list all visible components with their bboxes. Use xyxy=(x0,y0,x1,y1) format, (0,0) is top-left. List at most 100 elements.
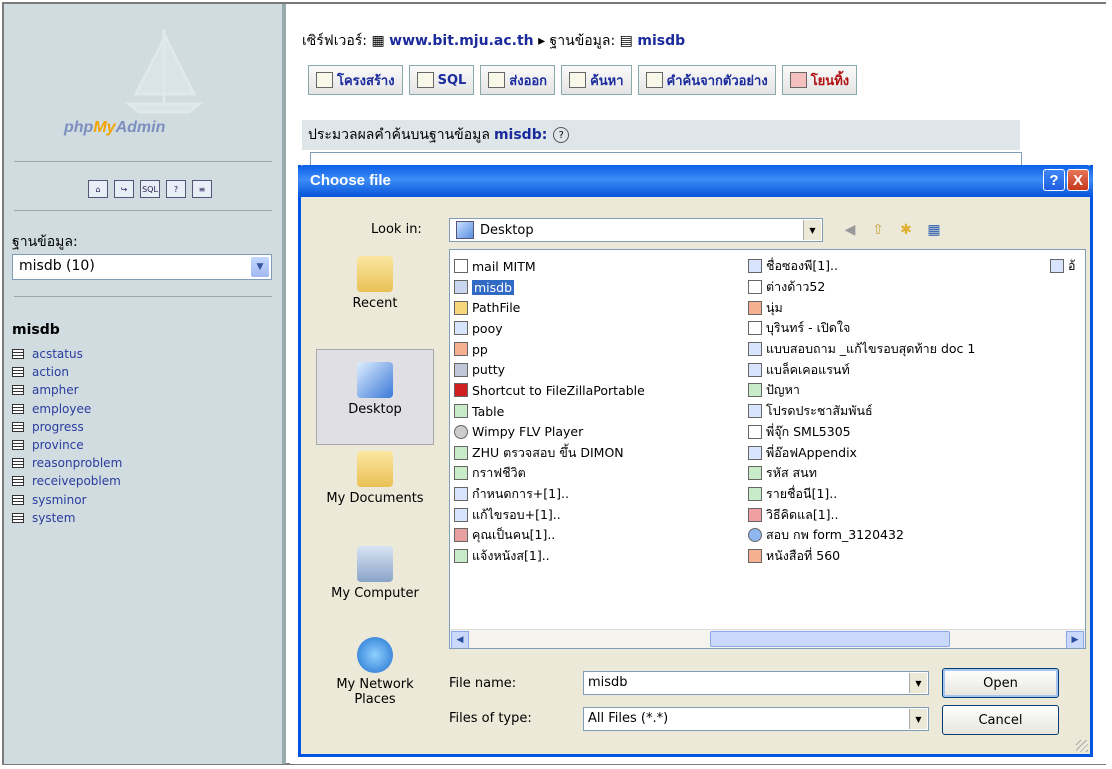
database-link[interactable]: misdb xyxy=(637,33,685,49)
list-item[interactable]: แจ้งหนังส[1].. xyxy=(454,546,645,567)
list-item[interactable]: PathFile xyxy=(454,297,645,318)
list-item[interactable]: แบล็คเคอแรนท์ xyxy=(748,359,975,380)
up-folder-icon[interactable]: ⇧ xyxy=(869,221,887,239)
table-icon[interactable] xyxy=(12,476,24,487)
excel-icon xyxy=(454,548,468,563)
list-item[interactable]: คุณเป็นคน[1].. xyxy=(454,525,645,546)
table-icon[interactable] xyxy=(12,349,24,360)
chevron-down-icon[interactable]: ▼ xyxy=(251,257,269,277)
table-icon[interactable] xyxy=(12,367,24,378)
file-list[interactable]: mail MITM misdb PathFile pooy pp putty S… xyxy=(449,249,1086,649)
table-item[interactable]: system xyxy=(12,509,122,527)
list-item[interactable]: แก้ไขรอบ+[1].. xyxy=(454,504,645,525)
list-item[interactable]: กำหนดการ+[1].. xyxy=(454,484,645,505)
chevron-down-icon[interactable]: ▼ xyxy=(909,673,927,693)
list-item[interactable]: วิธีคิดแล[1].. xyxy=(748,504,975,525)
table-icon[interactable] xyxy=(12,512,24,523)
list-item[interactable]: ต่างด้าว52 xyxy=(748,277,975,298)
excel-icon xyxy=(454,404,468,419)
scroll-right-icon[interactable]: ▶ xyxy=(1066,631,1084,648)
list-item[interactable]: โปรดประชาสัมพันธ์ xyxy=(748,401,975,422)
table-icon[interactable] xyxy=(12,458,24,469)
list-item[interactable]: pooy xyxy=(454,318,645,339)
home-icon[interactable]: ⌂ xyxy=(88,180,108,198)
table-item[interactable]: receivepoblem xyxy=(12,472,122,490)
list-item[interactable]: อ้ xyxy=(1050,256,1076,277)
place-my-computer[interactable]: My Computer xyxy=(316,546,434,601)
list-item[interactable]: รายชื่อนี[1].. xyxy=(748,484,975,505)
view-menu-icon[interactable]: ▦ xyxy=(925,221,943,239)
help-button[interactable]: ? xyxy=(1043,169,1065,191)
place-recent[interactable]: Recent xyxy=(316,256,434,311)
database-select[interactable]: misdb (10) ▼ xyxy=(12,254,272,280)
sql-query-icon[interactable]: SQL xyxy=(140,180,160,198)
table-item[interactable]: sysminor xyxy=(12,491,122,509)
tab-search[interactable]: ค้นหา xyxy=(561,65,632,95)
scroll-left-icon[interactable]: ◀ xyxy=(451,631,469,648)
tab-sql[interactable]: SQL xyxy=(408,65,475,95)
list-item[interactable]: pp xyxy=(454,339,645,360)
word-doc-icon xyxy=(454,321,468,336)
look-in-select[interactable]: Desktop ▼ xyxy=(449,218,823,242)
list-item[interactable]: misdb xyxy=(454,277,645,298)
list-item[interactable]: ZHU ตรวจสอบ ขึ้น DIMON xyxy=(454,442,645,463)
list-item[interactable]: mail MITM xyxy=(454,256,645,277)
new-folder-icon[interactable]: ✱ xyxy=(897,221,915,239)
resize-grip[interactable] xyxy=(1076,740,1088,752)
tab-export[interactable]: ส่งออก xyxy=(480,65,556,95)
file-name-input[interactable]: misdb ▼ xyxy=(583,671,929,695)
list-item[interactable]: หนังสือที่ 560 xyxy=(748,546,975,567)
dialog-titlebar[interactable]: Choose file ? X xyxy=(298,165,1093,197)
chevron-down-icon[interactable]: ▼ xyxy=(803,220,821,240)
cancel-button[interactable]: Cancel xyxy=(942,705,1059,735)
list-item[interactable]: กราฟชีวิต xyxy=(454,463,645,484)
horizontal-scrollbar[interactable]: ◀ ▶ xyxy=(450,629,1085,648)
table-item[interactable]: ampher xyxy=(12,381,122,399)
list-item[interactable]: นุ่ม xyxy=(748,297,975,318)
list-item[interactable]: พี่จุ๊ก SML5305 xyxy=(748,422,975,443)
table-icon[interactable] xyxy=(12,421,24,432)
table-icon[interactable] xyxy=(12,440,24,451)
list-item[interactable]: บุรินทร์ - เปิดใจ xyxy=(748,318,975,339)
close-button[interactable]: X xyxy=(1067,169,1089,191)
place-desktop[interactable]: Desktop xyxy=(316,349,434,445)
chevron-down-icon[interactable]: ▼ xyxy=(909,709,927,729)
network-globe-icon xyxy=(357,637,393,673)
list-item[interactable]: Shortcut to FileZillaPortable xyxy=(454,380,645,401)
table-icon[interactable] xyxy=(12,403,24,414)
sql-docs-icon[interactable]: ≡ xyxy=(192,180,212,198)
list-item[interactable]: สอบ กพ form_3120432 xyxy=(748,525,975,546)
open-button[interactable]: Open xyxy=(942,668,1059,698)
server-link[interactable]: www.bit.mju.ac.th xyxy=(389,33,533,49)
tab-query[interactable]: คำค้นจากตัวอย่าง xyxy=(637,65,776,95)
tab-drop[interactable]: โยนทิ้ง xyxy=(781,65,858,95)
list-item[interactable]: พี่อ๊อฟAppendix xyxy=(748,442,975,463)
list-item[interactable]: ปัญหา xyxy=(748,380,975,401)
list-item[interactable]: แบบสอบถาม _แก้ไขรอบสุดท้าย doc 1 xyxy=(748,339,975,360)
tab-structure[interactable]: โครงสร้าง xyxy=(308,65,403,95)
query-title: ประมวลผลคำค้นบนฐานข้อมูล misdb: ? xyxy=(302,120,1020,150)
table-item[interactable]: progress xyxy=(12,418,122,436)
list-item[interactable]: ชื่อซองพี[1].. xyxy=(748,256,975,277)
help-icon[interactable]: ? xyxy=(166,180,186,198)
table-item[interactable]: province xyxy=(12,436,122,454)
place-my-documents[interactable]: My Documents xyxy=(316,451,434,506)
table-item[interactable]: action xyxy=(12,363,122,381)
back-icon[interactable]: ◀ xyxy=(841,221,859,239)
table-item[interactable]: employee xyxy=(12,400,122,418)
list-item[interactable]: Table xyxy=(454,401,645,422)
table-icon[interactable] xyxy=(12,385,24,396)
list-item[interactable]: Wimpy FLV Player xyxy=(454,422,645,443)
list-item[interactable]: putty xyxy=(454,359,645,380)
table-icon[interactable] xyxy=(12,494,24,505)
help-icon[interactable]: ? xyxy=(553,127,570,143)
database-name[interactable]: misdb xyxy=(12,322,60,338)
scroll-thumb[interactable] xyxy=(710,631,950,647)
file-type-select[interactable]: All Files (*.*) ▼ xyxy=(583,707,929,731)
table-item[interactable]: reasonproblem xyxy=(12,454,122,472)
exit-icon[interactable]: ↪ xyxy=(114,180,134,198)
list-item[interactable]: รหัส สนท xyxy=(748,463,975,484)
table-item[interactable]: acstatus xyxy=(12,345,122,363)
place-network[interactable]: My Network Places xyxy=(316,637,434,707)
phpmyadmin-logo[interactable]: phpMyAdmin xyxy=(64,119,165,137)
